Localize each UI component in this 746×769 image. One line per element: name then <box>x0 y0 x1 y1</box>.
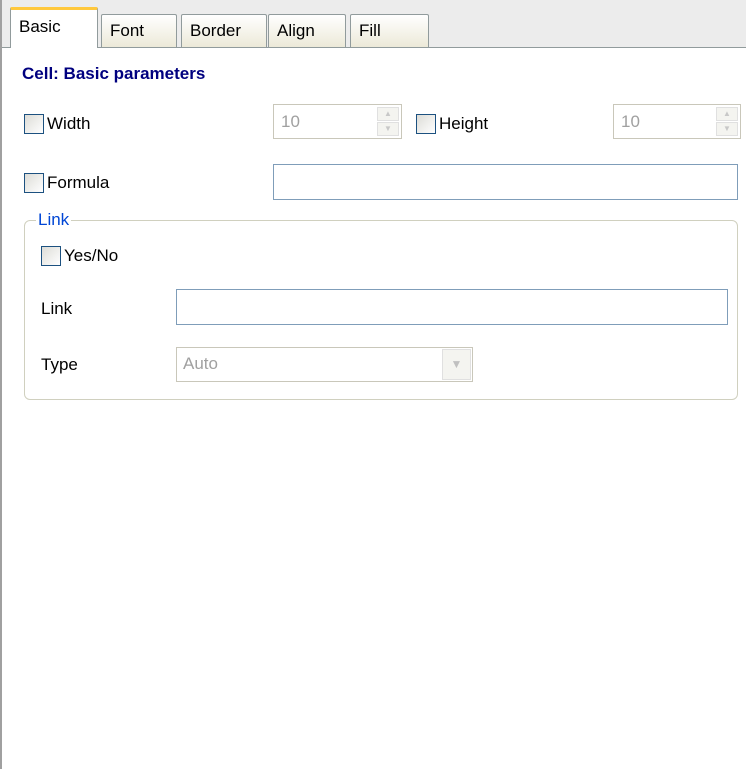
height-spinner-buttons: ▲ ▼ <box>716 107 738 136</box>
type-select[interactable]: Auto ▼ <box>176 347 473 382</box>
tab-basic[interactable]: Basic <box>10 7 98 48</box>
chevron-down-icon[interactable]: ▼ <box>442 349 471 380</box>
width-spinner-buttons: ▲ ▼ <box>377 107 399 136</box>
arrow-up-icon[interactable]: ▲ <box>716 107 738 121</box>
tab-fill-label: Fill <box>359 21 381 40</box>
width-label: Width <box>47 114 91 133</box>
yes-no-checkbox[interactable] <box>41 246 61 266</box>
arrow-down-icon[interactable]: ▼ <box>716 122 738 136</box>
link-group-legend: Link <box>36 210 72 230</box>
cell-properties-panel: Basic Font Border Align Fill Cell: Basic… <box>0 0 746 769</box>
type-selected-value: Auto <box>183 354 218 373</box>
height-checkbox[interactable] <box>416 114 436 134</box>
tab-align-label: Align <box>277 21 315 40</box>
tab-border-label: Border <box>190 21 242 40</box>
link-label: Link <box>41 299 73 318</box>
tab-fill[interactable]: Fill <box>350 14 429 47</box>
yes-no-label: Yes/No <box>64 246 119 265</box>
tab-font-label: Font <box>110 21 145 40</box>
section-title: Cell: Basic parameters <box>22 64 206 83</box>
tab-align[interactable]: Align <box>268 14 346 47</box>
formula-input[interactable] <box>273 164 738 200</box>
formula-label: Formula <box>47 173 110 192</box>
arrow-up-icon[interactable]: ▲ <box>377 107 399 121</box>
arrow-down-icon[interactable]: ▼ <box>377 122 399 136</box>
tab-basic-label: Basic <box>19 17 61 36</box>
width-checkbox[interactable] <box>24 114 44 134</box>
tab-strip-divider <box>2 47 746 48</box>
tab-font[interactable]: Font <box>101 14 177 47</box>
height-value: 10 <box>621 112 640 131</box>
width-spinner[interactable]: 10 ▲ ▼ <box>273 104 402 139</box>
width-value: 10 <box>281 112 300 131</box>
type-label: Type <box>41 355 78 374</box>
height-spinner[interactable]: 10 ▲ ▼ <box>613 104 741 139</box>
tab-border[interactable]: Border <box>181 14 267 47</box>
panel-left-border <box>0 0 2 769</box>
formula-checkbox[interactable] <box>24 173 44 193</box>
link-input[interactable] <box>176 289 728 325</box>
height-label: Height <box>439 114 489 133</box>
